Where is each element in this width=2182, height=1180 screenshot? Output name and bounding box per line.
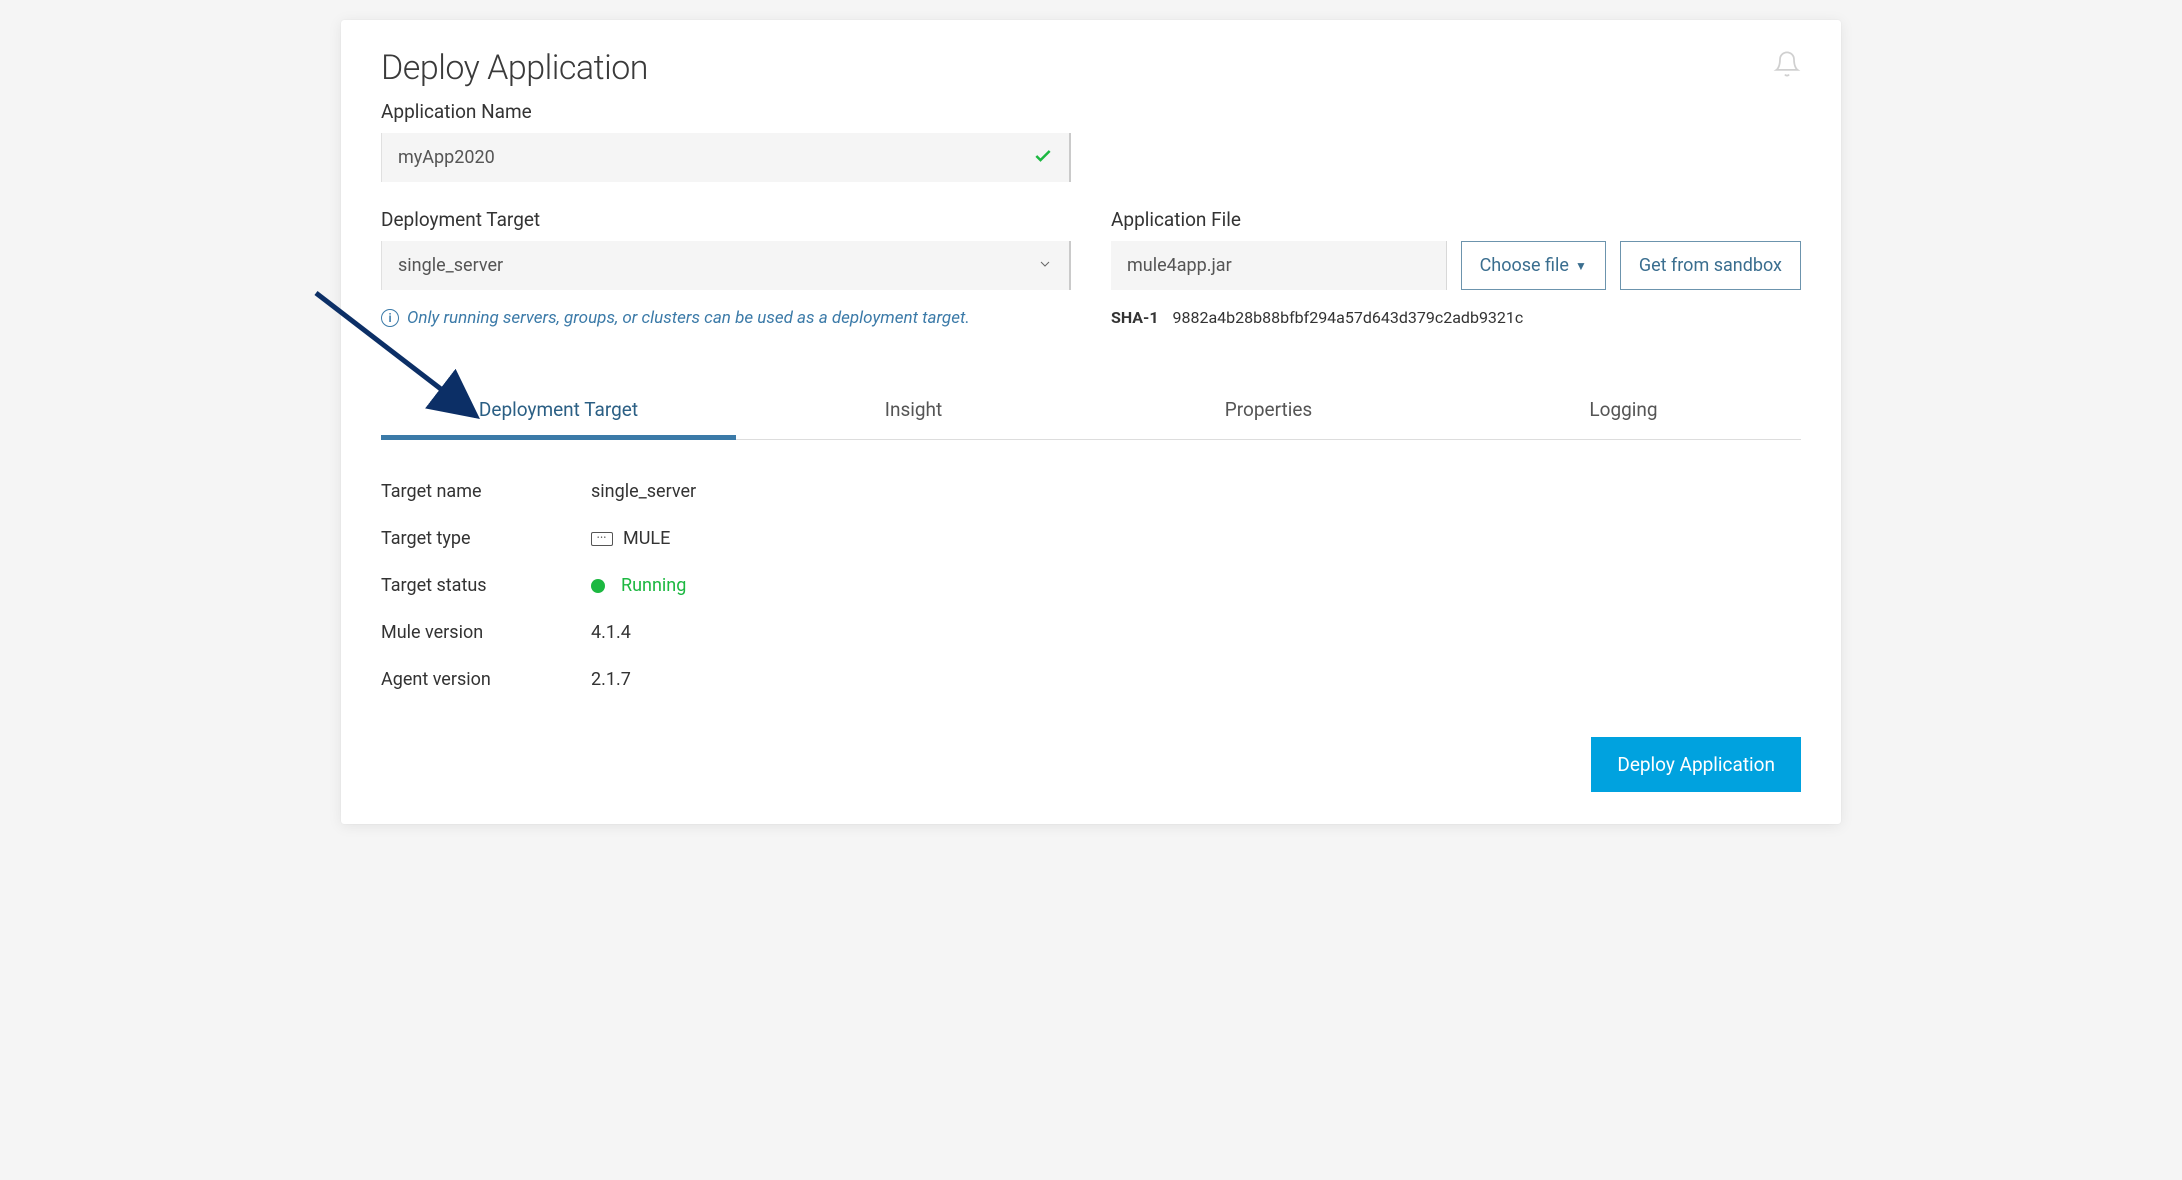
info-icon: i [381,309,399,327]
agent-version-label: Agent version [381,669,591,690]
target-status-label: Target status [381,575,591,596]
mule-version-value: 4.1.4 [591,622,631,643]
deployment-target-field: Deployment Target single_server i Only r… [381,208,1071,328]
choose-file-button[interactable]: Choose file ▼ [1461,241,1606,290]
tab-properties[interactable]: Properties [1091,384,1446,440]
agent-version-value: 2.1.7 [591,669,631,690]
sha-label: SHA-1 [1111,308,1159,327]
chevron-down-icon [1037,256,1053,276]
hint-text: Only running servers, groups, or cluster… [407,308,970,328]
notifications-bell-icon[interactable] [1773,50,1801,78]
deployment-target-details: Target name single_server Target type ••… [381,468,1801,703]
choose-file-label: Choose file [1480,255,1569,276]
get-from-sandbox-button[interactable]: Get from sandbox [1620,241,1801,290]
caret-down-icon: ▼ [1575,259,1587,273]
tab-deployment-target[interactable]: Deployment Target [381,384,736,440]
tab-insight[interactable]: Insight [736,384,1091,440]
deployment-target-value: single_server [398,255,503,276]
tabs: Deployment Target Insight Properties Log… [381,384,1801,440]
deployment-target-select[interactable]: single_server [381,241,1071,290]
deploy-application-button[interactable]: Deploy Application [1591,737,1801,792]
target-status-value: Running [621,575,686,596]
status-dot-icon [591,579,605,593]
valid-check-icon [1033,146,1053,170]
deployment-target-label: Deployment Target [381,208,1071,231]
application-file-label: Application File [1111,208,1801,231]
application-name-field: Application Name [381,100,1071,182]
sha-row: SHA-1 9882a4b28b88bfbf294a57d643d379c2ad… [1111,308,1801,327]
application-name-label: Application Name [381,100,1071,123]
target-type-value: MULE [623,528,670,549]
target-name-value: single_server [591,481,696,502]
mule-type-icon: ••• [591,532,613,546]
target-type-label: Target type [381,528,591,549]
application-file-name: mule4app.jar [1111,241,1447,290]
tab-logging[interactable]: Logging [1446,384,1801,440]
sha-value: 9882a4b28b88bfbf294a57d643d379c2adb9321c [1173,308,1524,327]
application-name-input[interactable] [381,133,1071,182]
mule-version-label: Mule version [381,622,591,643]
target-name-label: Target name [381,481,591,502]
deployment-target-hint: i Only running servers, groups, or clust… [381,308,1071,328]
application-file-field: Application File mule4app.jar Choose fil… [1111,208,1801,328]
page-title: Deploy Application [381,48,1801,88]
deploy-application-card: Deploy Application Application Name Depl… [341,20,1841,824]
